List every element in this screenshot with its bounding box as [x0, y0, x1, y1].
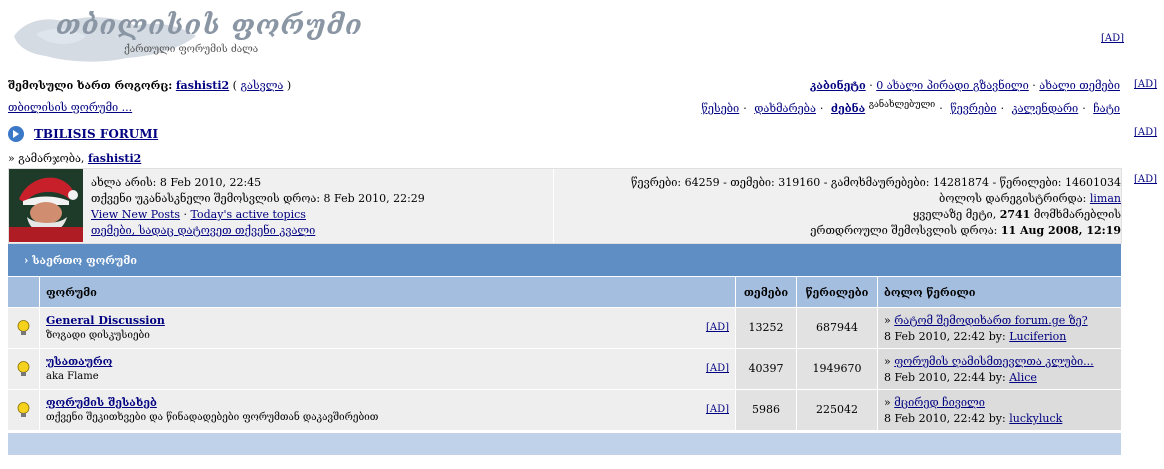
- nav-help[interactable]: დახმარება: [754, 102, 816, 115]
- main-nav: წესები · დახმარება · ძებნა განახლებული · წე…: [701, 100, 1120, 115]
- forum-description: თქვენი შეკითხვები და წინადადებები ფორუმთ…: [46, 412, 379, 423]
- last-member-link[interactable]: liman: [1090, 192, 1121, 205]
- topic-count: 40397: [736, 349, 796, 389]
- nav-chat[interactable]: ჩატი: [1093, 102, 1120, 115]
- logo-title: თბილისის ფორუმი: [56, 10, 363, 41]
- post-count: 1949670: [797, 349, 877, 389]
- forum-row: General Discussion ზოგადი დისკუსიები [AD…: [8, 308, 1121, 348]
- lightbulb-icon: [17, 320, 30, 335]
- logout-link[interactable]: გასვლა: [240, 79, 283, 92]
- ad-link[interactable]: [AD]: [706, 322, 729, 333]
- topic-count: 5986: [736, 390, 796, 430]
- lightbulb-icon: [17, 361, 30, 376]
- greeting-username[interactable]: fashisti2: [88, 152, 141, 165]
- last-post-arrow-icon: »: [884, 314, 891, 327]
- last-post-arrow-icon: »: [884, 396, 891, 409]
- forum-title-link[interactable]: TBILISIS FORUMI: [34, 127, 158, 141]
- user-links: კაბინეტი · 0 ახალი პირადი გზავნილი · ახა…: [809, 79, 1120, 92]
- ad-link[interactable]: [AD]: [1134, 174, 1157, 185]
- forum-description: aka Flame: [46, 371, 99, 382]
- category-title: › საერთო ფორუმი: [24, 253, 137, 267]
- info-box: ახლა არის: 8 Feb 2010, 22:45 თქვენი უკან…: [8, 168, 1122, 244]
- site-logo[interactable]: თბილისის ფორუმი ქართული ფორუმის ძალა: [6, 6, 362, 68]
- messages-link[interactable]: 0 ახალი პირადი გზავნილი: [876, 79, 1029, 92]
- cabinet-link[interactable]: კაბინეტი: [810, 79, 866, 92]
- view-new-posts-link[interactable]: View New Posts: [91, 208, 180, 221]
- divider: [553, 169, 554, 243]
- last-post-link[interactable]: რატომ შემოდიხართ forum.ge ზე?: [894, 314, 1087, 327]
- category-header[interactable]: › საერთო ფორუმი: [8, 244, 1121, 276]
- ad-link[interactable]: [AD]: [1134, 79, 1157, 90]
- forum-row: უსათაურო aka Flame [AD] 40397 1949670 » …: [8, 349, 1121, 389]
- forum-title-row: TBILISIS FORUMI: [8, 126, 158, 142]
- forum-name-link[interactable]: General Discussion: [46, 314, 165, 327]
- current-time: ახლა არის: 8 Feb 2010, 22:45: [91, 176, 262, 189]
- board-stats: წევრები: 64259 - თემები: 319160 - გამოხმ…: [631, 176, 1121, 237]
- header-last-post: ბოლო წერილი: [878, 277, 1121, 307]
- nav-members[interactable]: წევრები: [950, 102, 996, 115]
- login-status: შემოსული ხართ როგორც: fashisti2 ( გასვლა…: [8, 79, 292, 92]
- last-post-user[interactable]: Alice: [1009, 371, 1037, 384]
- lightbulb-icon: [17, 402, 30, 417]
- post-count: 225042: [797, 390, 877, 430]
- breadcrumb: თბილისის ფორუმი ...: [8, 101, 132, 114]
- greeting: » გამარჯობა, fashisti2: [8, 152, 142, 165]
- arrow-circle-icon: [8, 126, 24, 142]
- forum-name-link[interactable]: უსათაურო: [46, 355, 112, 368]
- ad-link[interactable]: [AD]: [706, 363, 729, 374]
- header-posts: წერილები: [797, 277, 877, 307]
- forum-name-link[interactable]: ფორუმის შესახებ: [46, 396, 157, 409]
- nav-search[interactable]: ძებნა: [831, 102, 865, 115]
- my-topics-link[interactable]: თემები, სადაც დატოვეთ თქვენი კვალი: [91, 224, 315, 237]
- last-post-link[interactable]: მცირედ ჩივილი: [894, 396, 985, 409]
- last-post-arrow-icon: »: [884, 355, 891, 368]
- forum-row: ფორუმის შესახებ თქვენი შეკითხვები და წინ…: [8, 390, 1121, 430]
- user-info: ახლა არის: 8 Feb 2010, 22:45 თქვენი უკან…: [91, 176, 425, 237]
- login-label: შემოსული ხართ როგორც:: [8, 79, 173, 92]
- category-footer: [8, 433, 1121, 455]
- topic-count: 13252: [736, 308, 796, 348]
- ad-link[interactable]: [AD]: [706, 404, 729, 415]
- avatar: [9, 169, 83, 242]
- stats-line: წევრები: 64259 - თემები: 319160 - გამოხმ…: [631, 176, 1121, 189]
- new-topics-link[interactable]: ახალი თემები: [1039, 79, 1120, 92]
- header-forum: ფორუმი: [40, 277, 735, 307]
- header-icon-col: [8, 277, 39, 307]
- last-post-user[interactable]: Luciferion: [1009, 330, 1066, 343]
- last-post-date: 8 Feb 2010, 22:42 by:: [884, 330, 1006, 343]
- last-post-date: 8 Feb 2010, 22:42 by:: [884, 412, 1006, 425]
- active-topics-link[interactable]: Today's active topics: [191, 208, 306, 221]
- last-post-link[interactable]: ფორუმის ღამისმთევლთა კლუბი...: [894, 355, 1093, 368]
- logo-subtitle: ქართული ფორუმის ძალა: [124, 44, 259, 55]
- forum-description: ზოგადი დისკუსიები: [46, 330, 150, 341]
- breadcrumb-link[interactable]: თბილისის ფორუმი ...: [8, 101, 132, 114]
- nav-calendar[interactable]: კალენდარი: [1012, 102, 1079, 115]
- ad-link[interactable]: [AD]: [1101, 33, 1124, 44]
- header-topics: თემები: [736, 277, 796, 307]
- nav-search-sub: განახლებული: [868, 100, 936, 110]
- nav-rules[interactable]: წესები: [701, 102, 739, 115]
- last-post-date: 8 Feb 2010, 22:44 by:: [884, 371, 1006, 384]
- ad-link[interactable]: [AD]: [1134, 127, 1157, 138]
- username-link[interactable]: fashisti2: [176, 79, 229, 92]
- last-post-user[interactable]: luckyluck: [1009, 412, 1062, 425]
- post-count: 687944: [797, 308, 877, 348]
- last-visit: თქვენი უკანასკნელი შემოსვლის დროა: 8 Feb…: [91, 192, 425, 205]
